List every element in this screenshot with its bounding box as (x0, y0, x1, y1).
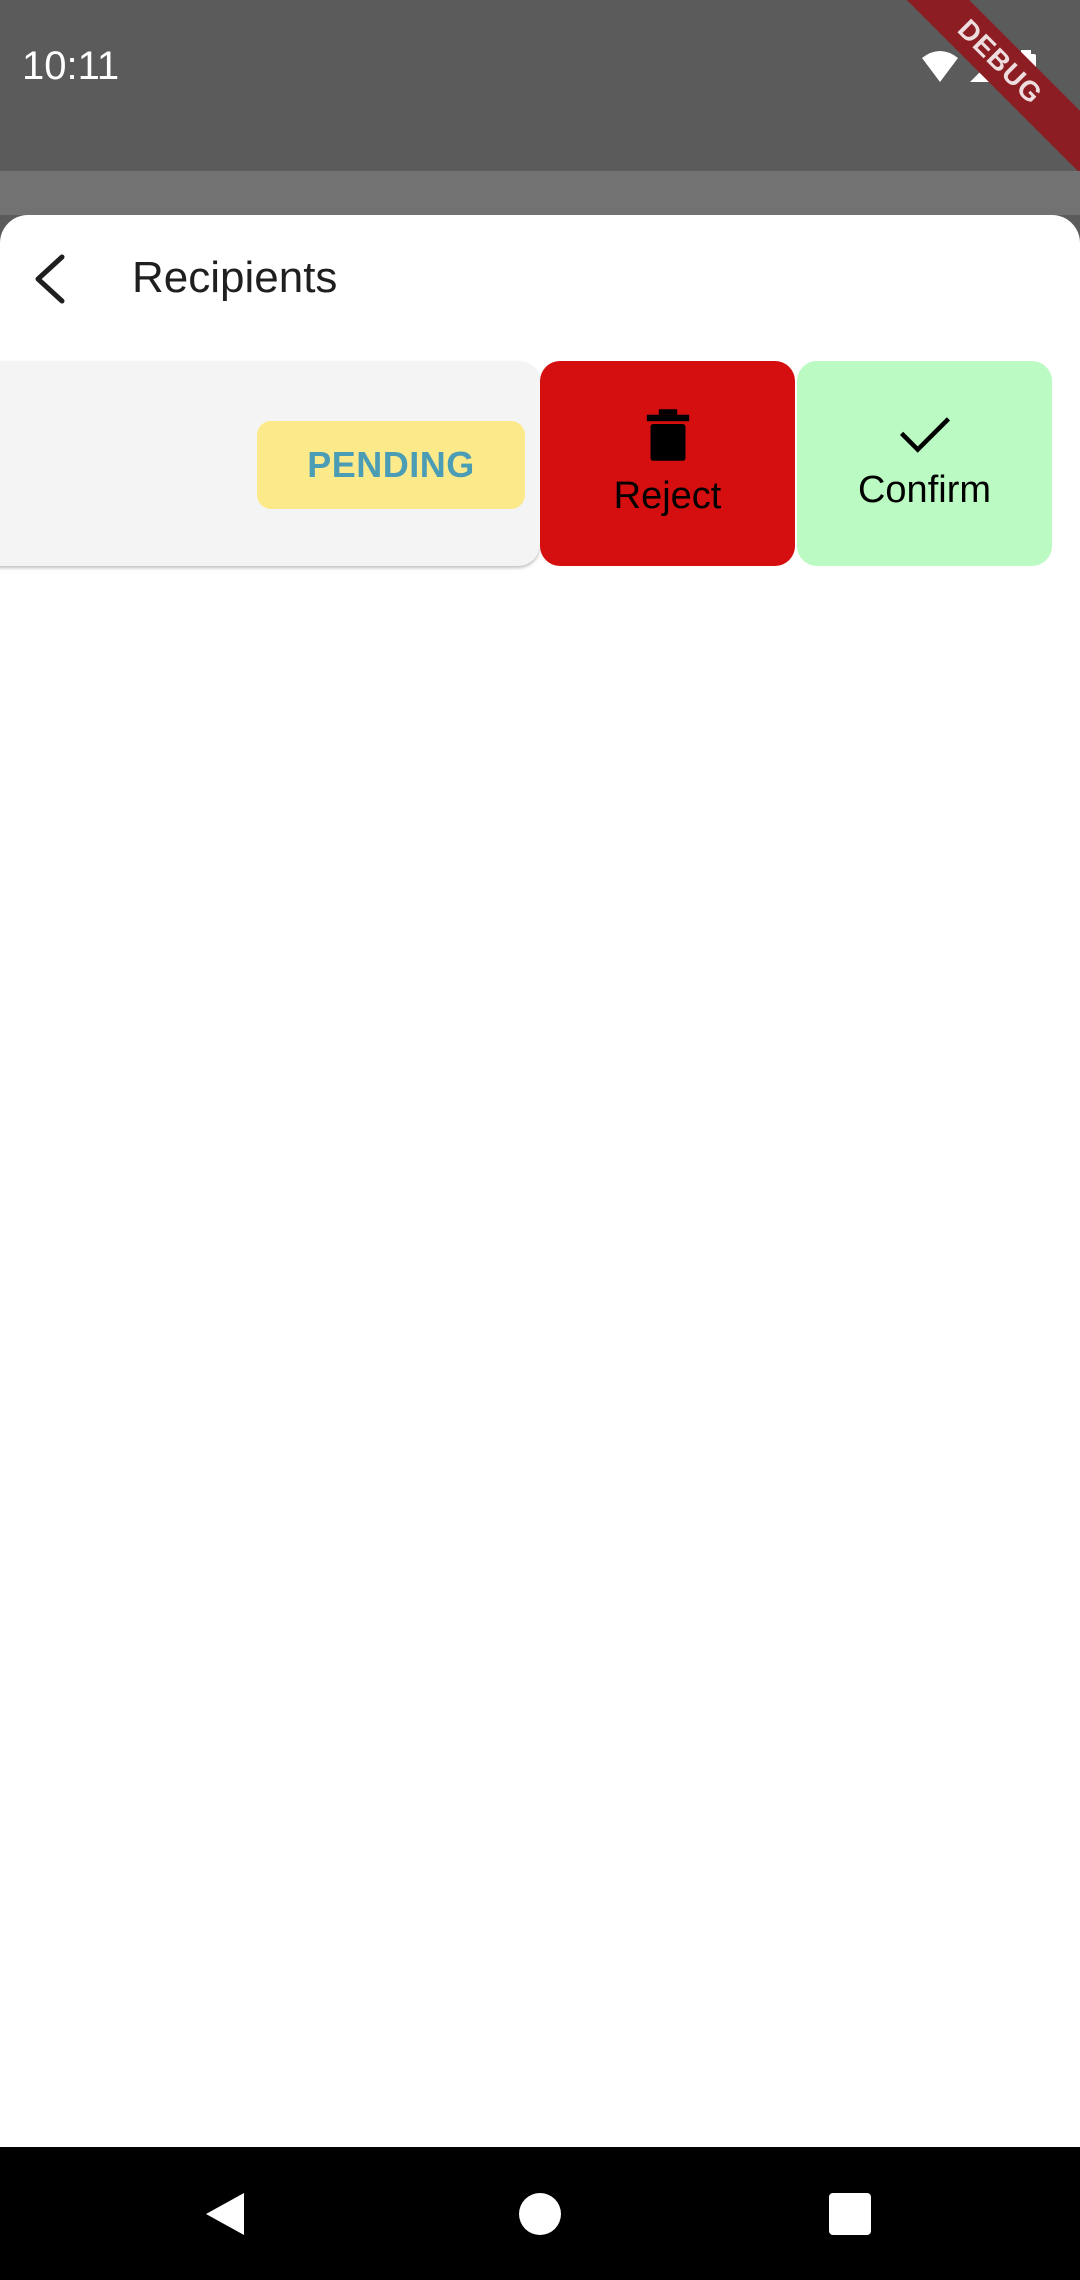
back-triangle-icon (206, 2193, 244, 2235)
confirm-button[interactable]: Confirm (797, 361, 1052, 566)
checkmark-icon (899, 417, 950, 453)
status-bar: 10:11 DEBUG (0, 0, 1080, 184)
recipient-list-item[interactable]: PENDING (0, 361, 540, 566)
nav-back-button[interactable] (200, 2189, 250, 2239)
system-nav-bar (0, 2147, 1080, 2280)
nav-home-button[interactable] (515, 2189, 565, 2239)
nav-recents-button[interactable] (825, 2189, 875, 2239)
back-button[interactable] (22, 249, 82, 309)
recents-square-icon (829, 2193, 871, 2235)
reject-label: Reject (613, 475, 722, 517)
trash-icon (646, 409, 689, 461)
home-circle-icon (519, 2193, 561, 2235)
wifi-icon (922, 51, 958, 82)
arrow-back-icon (35, 254, 65, 304)
modal-scrim (0, 171, 1080, 215)
status-badge: PENDING (257, 421, 525, 509)
page-title: Recipients (132, 253, 338, 302)
app-bar: Recipients (0, 215, 1080, 345)
confirm-label: Confirm (857, 469, 992, 511)
status-time: 10:11 (22, 44, 120, 88)
recipients-sheet: Recipients PENDING Reject Confirm (0, 215, 1080, 2147)
debug-banner: DEBUG (878, 0, 1080, 184)
reject-button[interactable]: Reject (540, 361, 795, 566)
